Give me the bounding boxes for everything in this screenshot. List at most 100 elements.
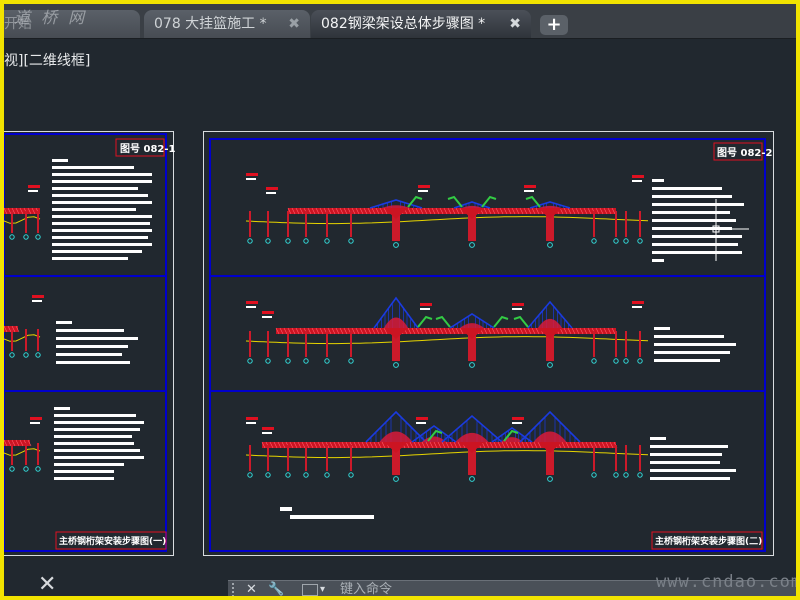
pier-foundation <box>9 234 15 240</box>
pier <box>639 331 641 357</box>
pier-foundation <box>637 472 643 478</box>
segment-hatch <box>383 317 409 328</box>
pier <box>625 445 627 471</box>
sheet-number-label: 图号 082-1 <box>120 143 176 155</box>
note-line <box>54 477 114 480</box>
pier-foundation <box>613 472 619 478</box>
pier-foundation <box>265 238 271 244</box>
pier <box>37 329 39 351</box>
bridge-elevation-partial <box>4 185 44 472</box>
note-line <box>652 259 664 262</box>
note-line <box>52 250 142 253</box>
note-line <box>56 353 122 356</box>
note-line <box>652 211 730 214</box>
note-line <box>54 449 140 452</box>
note-line <box>56 345 128 348</box>
pier-foundation <box>591 358 597 364</box>
pier <box>287 211 289 237</box>
pier <box>25 211 27 233</box>
close-icon[interactable]: ✕ <box>246 582 257 596</box>
step-marker-text <box>28 190 38 192</box>
close-icon[interactable]: ✖ <box>509 10 521 38</box>
pier-foundation <box>9 466 15 472</box>
pier <box>639 445 641 471</box>
step-marker <box>246 301 258 304</box>
step-marker-text <box>512 308 522 310</box>
tab-078-hanging-basket[interactable]: 078 大挂篮施工 * ✖ <box>144 10 310 38</box>
step-marker <box>418 185 430 188</box>
note-line <box>52 257 128 260</box>
pier-foundation <box>393 242 399 248</box>
pier <box>11 443 13 465</box>
step-marker <box>420 303 432 306</box>
note-line <box>54 456 144 459</box>
pier-foundation <box>393 476 399 482</box>
pier-foundation <box>285 358 291 364</box>
drawing-canvas[interactable]: 图号 082-1 主桥钢桁架安装步骤图(一) 图号 082-2 主桥钢桁架安装步… <box>4 131 796 556</box>
note-line <box>54 463 124 466</box>
grip-handle-icon[interactable] <box>232 583 238 596</box>
pier-foundation <box>637 358 643 364</box>
step-marker-text <box>32 300 42 302</box>
segment-hatch <box>455 432 489 442</box>
note-line <box>56 361 130 364</box>
note-line <box>52 229 152 232</box>
note-line <box>52 215 152 218</box>
wrench-icon[interactable]: 🔧 <box>268 582 284 596</box>
step-marker-text <box>246 422 256 424</box>
tab-start[interactable]: 道 桥 网 开始 <box>4 8 140 38</box>
note-line <box>54 435 132 438</box>
tab-082-steel-truss[interactable]: 082钢梁架设总体步骤图 * ✖ <box>311 10 531 38</box>
note-line <box>650 453 722 456</box>
note-line <box>52 194 148 197</box>
command-input[interactable]: 键入命令 <box>340 581 392 596</box>
step-marker-text <box>262 432 272 434</box>
step-marker-text <box>632 180 642 182</box>
pier-foundation <box>247 238 253 244</box>
pier-foundation <box>547 476 553 482</box>
note-line <box>652 203 744 206</box>
pier <box>326 211 328 237</box>
new-tab-button[interactable]: + <box>540 15 568 35</box>
pier <box>37 443 39 465</box>
pier <box>326 331 328 357</box>
erection-crane <box>435 315 451 328</box>
pier-foundation <box>469 242 475 248</box>
chevron-down-icon[interactable]: ▾ <box>320 584 325 595</box>
pier <box>593 445 595 471</box>
pier <box>287 331 289 357</box>
sheet-number-label: 图号 082-2 <box>717 147 773 159</box>
pier-foundation <box>265 472 271 478</box>
pier <box>11 211 13 233</box>
note-line <box>654 351 730 354</box>
pier-foundation <box>35 352 41 358</box>
pier-foundation <box>23 234 29 240</box>
pier-foundation <box>393 362 399 368</box>
viewport-controls-label[interactable]: 视][二维线框] <box>4 50 90 70</box>
command-history-icon[interactable] <box>302 584 318 596</box>
step-marker <box>28 185 40 188</box>
step-marker-text <box>418 190 428 192</box>
pier <box>305 445 307 471</box>
step-marker-text <box>266 192 276 194</box>
pier <box>625 211 627 237</box>
alignment-line <box>4 216 41 224</box>
note-line <box>54 414 136 417</box>
pier <box>305 211 307 237</box>
pier <box>37 211 39 233</box>
pier <box>25 443 27 465</box>
pier <box>249 211 251 237</box>
note-line <box>280 507 292 511</box>
pier <box>625 331 627 357</box>
sheet-082-1: 图号 082-1 主桥钢桁架安装步骤图(一) <box>4 133 176 552</box>
close-icon[interactable]: ✖ <box>288 10 300 38</box>
segment-hatch <box>462 205 482 208</box>
cad-window: 道 桥 网 开始 078 大挂篮施工 * ✖ 082钢梁架设总体步骤图 * ✖ … <box>4 4 796 596</box>
segment-hatch <box>381 205 411 208</box>
pier <box>615 445 617 471</box>
pier-foundation <box>613 238 619 244</box>
close-icon[interactable]: ✕ <box>38 574 56 596</box>
pier-foundation <box>623 358 629 364</box>
pier <box>350 211 352 237</box>
pier <box>249 445 251 471</box>
